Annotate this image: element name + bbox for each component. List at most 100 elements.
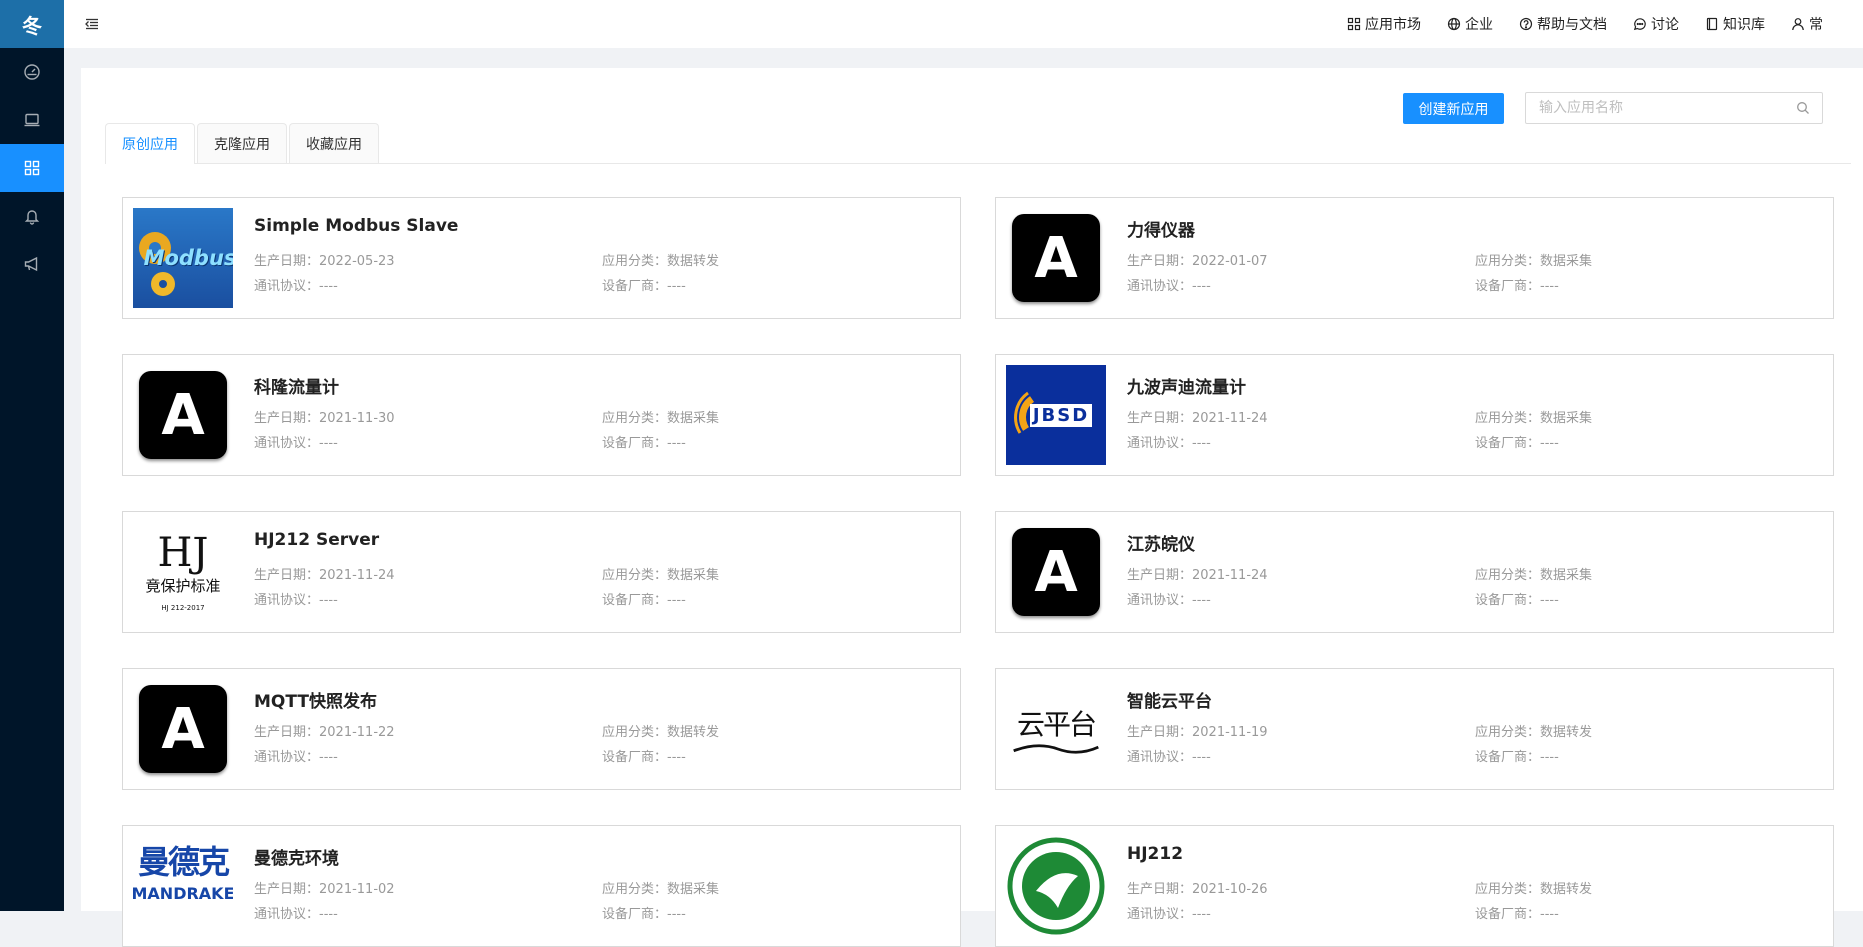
app-card[interactable]: A 科隆流量计 生产日期：2021-11-30 通讯协议：---- 应用分类：数据采集设…: [122, 354, 961, 476]
app-protocol: 通讯协议：----: [1127, 275, 1211, 294]
app-name: 智能云平台: [1127, 692, 1212, 712]
field-value: 2021-11-02: [319, 882, 395, 897]
tab-cloned-apps[interactable]: 克隆应用: [197, 123, 287, 163]
app-protocol: 通讯协议：----: [254, 432, 338, 451]
nav-app-market[interactable]: 应用市场: [1347, 14, 1421, 34]
app-card[interactable]: JBSD 九波声迪流量计 生产日期：2021-11-24 通讯协议：---- 应用分类：…: [995, 354, 1834, 476]
field-value: ----: [667, 907, 686, 922]
monitor-icon: [24, 113, 40, 127]
logo-letter: A: [161, 696, 205, 762]
field-value: ----: [319, 750, 338, 765]
field-value: 数据采集: [667, 568, 720, 583]
logo-text: 曼德克: [137, 843, 230, 881]
app-card[interactable]: 云平台 智能云平台 生产日期：2021-11-19 通讯协议：---- 应用分类：数据转…: [995, 668, 1834, 790]
brand-logo[interactable]: 冬: [0, 0, 64, 48]
app-card[interactable]: Modbus Simple Modbus Slave 生产日期：2022-05-23…: [122, 197, 961, 319]
app-date: 生产日期：2021-11-02: [254, 878, 395, 897]
sidebar-item-dashboard[interactable]: [0, 48, 64, 96]
app-name: 江苏皖仪: [1127, 535, 1195, 555]
field-value: 2022-05-23: [319, 254, 395, 269]
app-card[interactable]: A 江苏皖仪 生产日期：2021-11-24 通讯协议：---- 应用分类：数据采集 设备…: [995, 511, 1834, 633]
field-value: 数据采集: [1540, 411, 1593, 426]
app-protocol: 通讯协议：----: [254, 903, 338, 922]
field-label: 设备厂商：: [602, 593, 668, 608]
app-date: 生产日期：2021-11-30: [254, 407, 395, 426]
jbsd-logo: JBSD: [1006, 365, 1106, 465]
app-vendor: 设备厂商：----: [602, 746, 686, 765]
field-label: 生产日期：: [1127, 411, 1193, 426]
environment-seal-logo: [1006, 836, 1106, 936]
app-card[interactable]: A MQTT快照发布 生产日期：2021-11-22 通讯协议：---- 应用分类：数据…: [122, 668, 961, 790]
nav-knowledge-base[interactable]: 知识库: [1705, 14, 1765, 34]
app-category: 应用分类：数据采集: [602, 407, 719, 426]
menu-collapse-icon[interactable]: [84, 16, 100, 32]
field-label: 应用分类：: [1475, 725, 1541, 740]
search-input[interactable]: [1537, 99, 1796, 117]
field-value: ----: [319, 593, 338, 608]
nav-help-docs[interactable]: 帮助与文档: [1519, 14, 1607, 34]
field-label: 通讯协议：: [254, 907, 320, 922]
user-icon: [1792, 18, 1804, 31]
app-category: 应用分类：数据转发: [1475, 721, 1592, 740]
field-label: 设备厂商：: [602, 279, 668, 294]
app-category: 应用分类：数据采集: [1475, 407, 1592, 426]
app-card[interactable]: HJ212 生产日期：2021-10-26 通讯协议：---- 应用分类：数据转发 设备…: [995, 825, 1834, 947]
sidebar: 冬: [0, 0, 64, 911]
question-circle-icon: [1519, 17, 1533, 31]
app-card[interactable]: HJ 竟保护标准 HJ 212-2017 HJ212 Server 生产日期：2021-…: [122, 511, 961, 633]
app-category: 应用分类：数据采集: [602, 564, 719, 583]
field-label: 设备厂商：: [1475, 593, 1541, 608]
field-value: 2021-11-19: [1192, 725, 1268, 740]
field-label: 应用分类：: [1475, 568, 1541, 583]
app-card[interactable]: A 力得仪器 生产日期：2022-01-07 通讯协议：---- 应用分类：数据采集 设备…: [995, 197, 1834, 319]
sidebar-item-apps[interactable]: [0, 144, 64, 192]
field-label: 应用分类：: [602, 725, 668, 740]
app-placeholder-logo: A: [1012, 528, 1100, 616]
field-label: 通讯协议：: [254, 279, 320, 294]
sidebar-item-alerts[interactable]: [0, 192, 64, 240]
app-logo: 云平台: [1006, 679, 1106, 779]
app-placeholder-logo: A: [1012, 214, 1100, 302]
nav-label: 讨论: [1651, 17, 1679, 33]
nav-enterprise[interactable]: 企业: [1447, 14, 1493, 34]
field-label: 设备厂商：: [1475, 750, 1541, 765]
field-label: 应用分类：: [1475, 411, 1541, 426]
modbus-logo: Modbus: [133, 208, 233, 308]
field-label: 生产日期：: [254, 725, 320, 740]
app-name: 九波声迪流量计: [1127, 378, 1246, 398]
field-value: ----: [319, 436, 338, 451]
app-date: 生产日期：2021-11-22: [254, 721, 395, 740]
app-date: 生产日期：2021-11-19: [1127, 721, 1268, 740]
tab-favorite-apps[interactable]: 收藏应用: [289, 123, 379, 163]
field-label: 应用分类：: [602, 882, 668, 897]
field-value: 数据采集: [667, 411, 720, 426]
field-label: 通讯协议：: [1127, 750, 1193, 765]
sidebar-item-devices[interactable]: [0, 96, 64, 144]
nav-discuss[interactable]: 讨论: [1633, 14, 1679, 34]
nav-user[interactable]: 常: [1791, 14, 1823, 34]
app-date: 生产日期：2021-11-24: [1127, 564, 1268, 583]
create-app-button[interactable]: 创建新应用: [1403, 93, 1504, 124]
tab-original-apps[interactable]: 原创应用: [105, 123, 195, 164]
field-value: 数据转发: [667, 725, 720, 740]
field-label: 通讯协议：: [1127, 436, 1193, 451]
logo-text: Modbus: [143, 246, 233, 270]
top-header: 应用市场 企业 帮助与文档 讨论 知识库 常: [64, 0, 1863, 48]
field-value: 2022-01-07: [1192, 254, 1268, 269]
field-label: 生产日期：: [254, 254, 320, 269]
sidebar-item-notices[interactable]: [0, 240, 64, 288]
app-vendor: 设备厂商：----: [1475, 903, 1559, 922]
logo-letter: A: [1034, 539, 1078, 605]
field-value: ----: [319, 279, 338, 294]
wave-icon: [1013, 744, 1099, 754]
field-label: 生产日期：: [254, 411, 320, 426]
book-icon: [1706, 17, 1718, 31]
search-icon[interactable]: [1796, 101, 1810, 115]
logo-text: 云平台: [1016, 708, 1097, 741]
apps-grid-icon: [1347, 17, 1361, 31]
chat-bubble-icon: [1633, 18, 1646, 31]
app-vendor: 设备厂商：----: [602, 903, 686, 922]
field-label: 生产日期：: [254, 568, 320, 583]
app-card[interactable]: 曼德克 MANDRAKE 曼德克环境 生产日期：2021-11-02 通讯协议：----…: [122, 825, 961, 947]
field-label: 通讯协议：: [1127, 907, 1193, 922]
